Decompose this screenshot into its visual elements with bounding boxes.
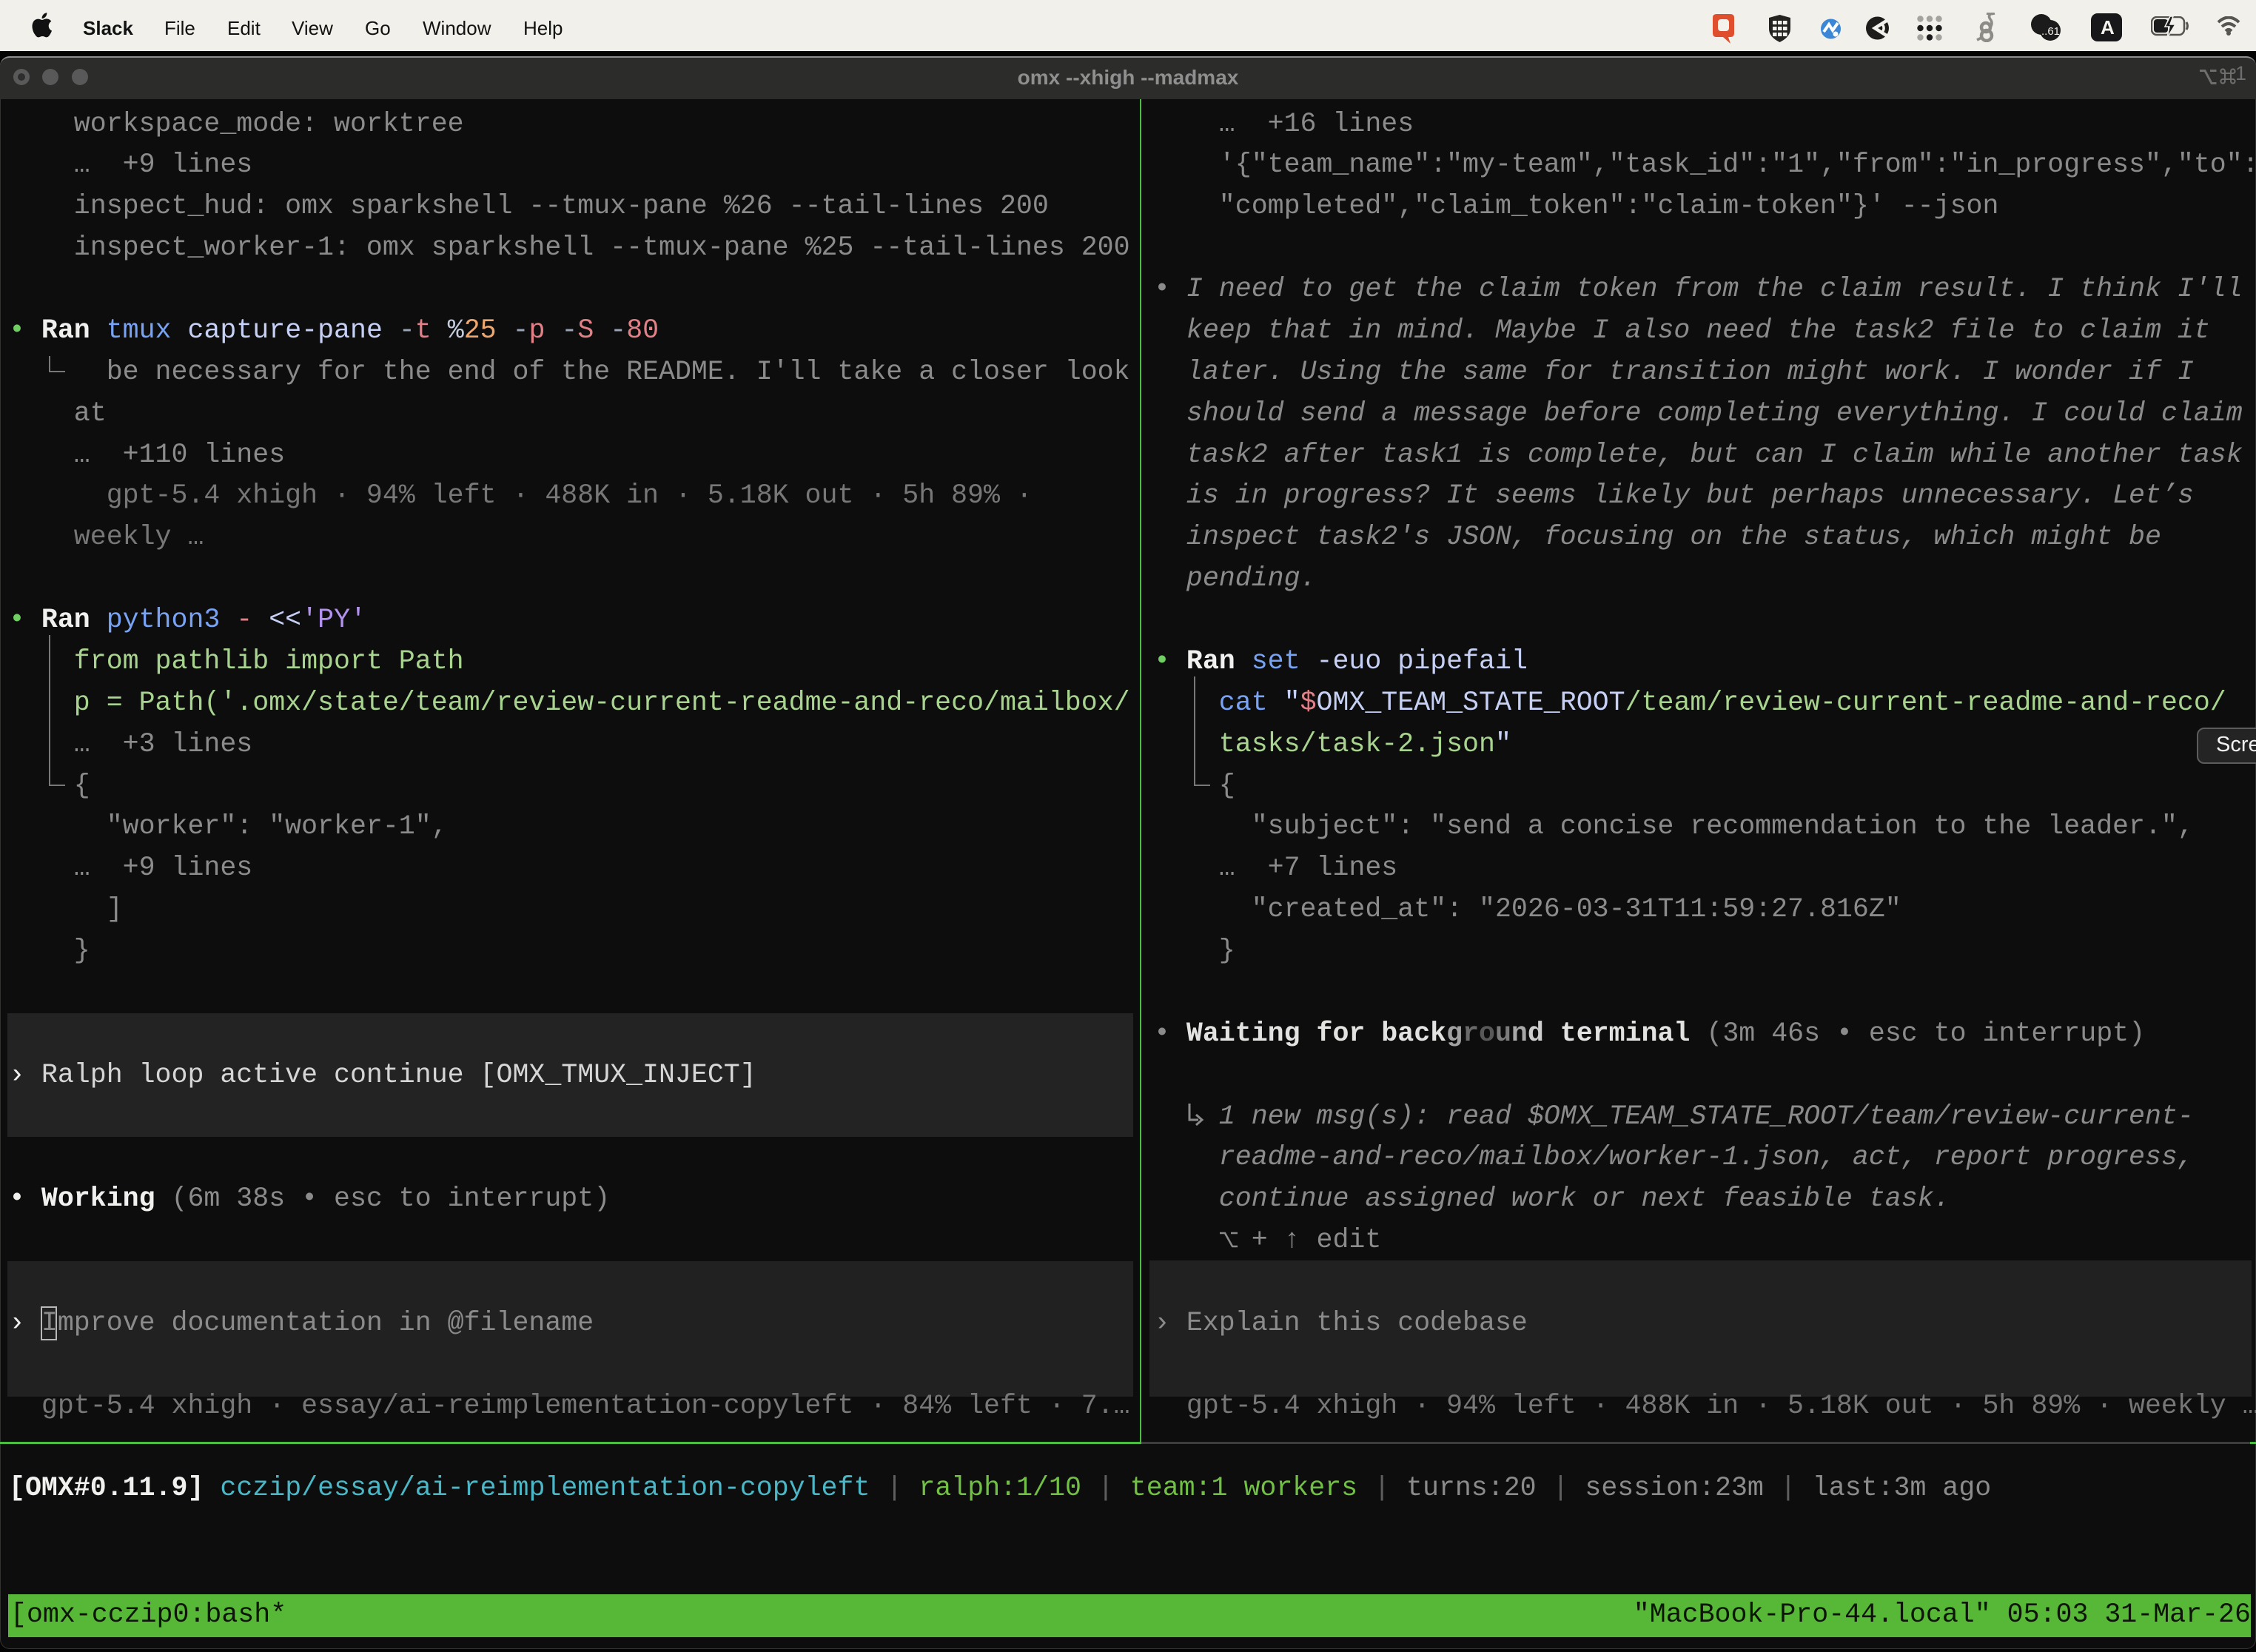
svg-text:..61: ..61 xyxy=(2041,25,2060,38)
svg-text:A: A xyxy=(2101,16,2115,38)
